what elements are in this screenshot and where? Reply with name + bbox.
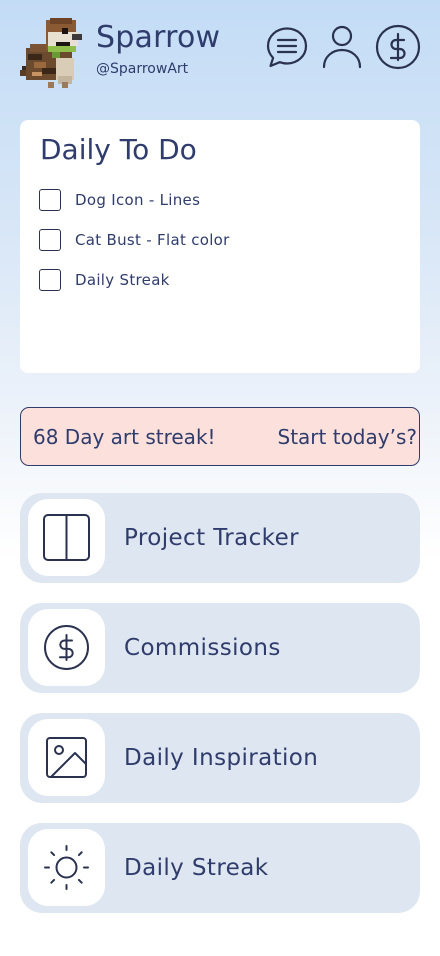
todo-item[interactable]: Daily Streak bbox=[39, 267, 170, 293]
nav-label: Commissions bbox=[124, 635, 281, 661]
nav-daily-streak[interactable]: Daily Streak bbox=[20, 823, 420, 913]
daily-todo-card: Daily To Do Dog Icon - Lines Cat Bust - … bbox=[20, 120, 420, 373]
nav-daily-inspiration[interactable]: Daily Inspiration bbox=[20, 713, 420, 803]
user-handle: @SparrowArt bbox=[96, 61, 189, 77]
todo-title: Daily To Do bbox=[40, 133, 197, 166]
nav-label: Project Tracker bbox=[124, 525, 299, 551]
image-icon bbox=[28, 719, 105, 796]
todo-checkbox[interactable] bbox=[39, 229, 61, 251]
start-today-link[interactable]: Start today’s? bbox=[278, 424, 417, 450]
todo-item-label: Dog Icon - Lines bbox=[75, 191, 201, 209]
nav-label: Daily Inspiration bbox=[124, 745, 319, 771]
todo-item[interactable]: Cat Bust - Flat color bbox=[39, 227, 230, 253]
todo-item-label: Cat Bust - Flat color bbox=[75, 231, 230, 249]
sun-icon bbox=[28, 829, 105, 906]
sparrow-avatar[interactable] bbox=[18, 14, 90, 90]
dollar-icon[interactable] bbox=[375, 24, 421, 70]
todo-checkbox[interactable] bbox=[39, 189, 61, 211]
todo-item[interactable]: Dog Icon - Lines bbox=[39, 187, 200, 213]
streak-banner[interactable]: 68 Day art streak! Start today’s? bbox=[20, 407, 420, 466]
nav-project-tracker[interactable]: Project Tracker bbox=[20, 493, 420, 583]
nav-label: Daily Streak bbox=[124, 855, 269, 881]
todo-checkbox[interactable] bbox=[39, 269, 61, 291]
streak-count-text: 68 Day art streak! bbox=[33, 425, 216, 449]
dollar-circle-icon bbox=[28, 609, 105, 686]
todo-item-label: Daily Streak bbox=[75, 271, 170, 289]
nav-commissions[interactable]: Commissions bbox=[20, 603, 420, 693]
app-name: Sparrow bbox=[96, 20, 221, 55]
split-panel-icon bbox=[28, 499, 105, 576]
profile-icon[interactable] bbox=[319, 24, 365, 70]
chat-icon[interactable] bbox=[264, 24, 310, 70]
app-header: Sparrow @SparrowArt bbox=[0, 0, 440, 100]
